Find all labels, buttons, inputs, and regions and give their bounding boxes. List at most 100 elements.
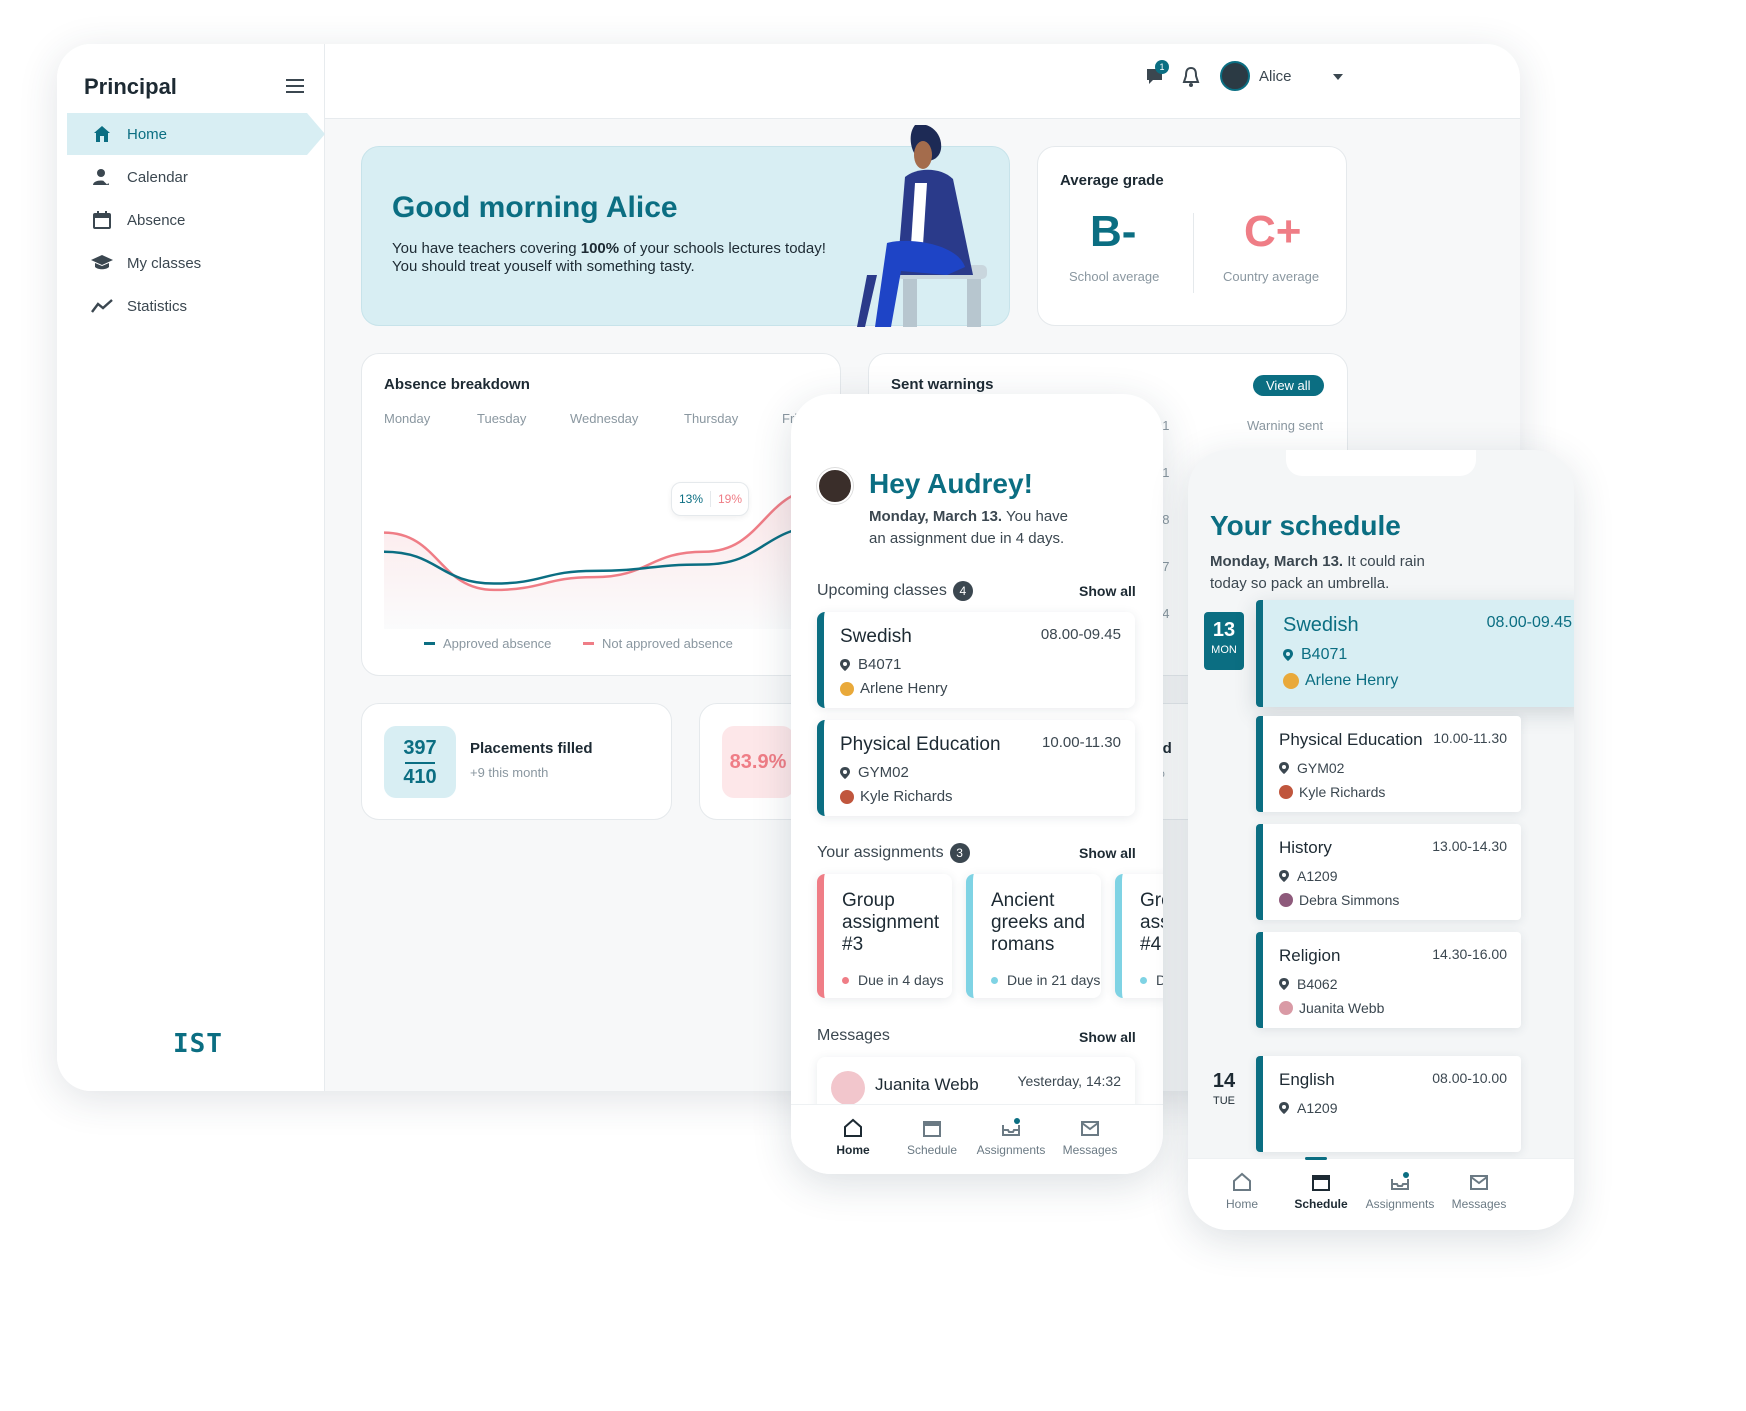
assignments-count-badge: 3 <box>949 843 970 863</box>
location-pin-icon <box>1279 1102 1289 1114</box>
message-sender: Juanita Webb <box>875 1075 979 1094</box>
tab-messages[interactable]: Messages <box>1050 1117 1130 1157</box>
tab-label: Schedule <box>906 1143 958 1157</box>
location-pin-icon <box>1279 870 1289 882</box>
trend-icon <box>91 295 113 317</box>
teacher-avatar <box>1279 893 1293 907</box>
location-pin-icon <box>1283 649 1293 661</box>
legend-not-approved-label: Not approved absence <box>602 636 733 651</box>
country-grade-label: Country average <box>1223 269 1320 284</box>
class-room-text: GYM02 <box>858 764 909 781</box>
absence-title: Absence breakdown <box>384 376 530 393</box>
school-grade: B- <box>1090 207 1137 256</box>
phone-greeting-title: Hey Audrey! <box>869 468 1033 499</box>
schedule-title: Your schedule <box>1210 510 1401 541</box>
nav-item-statistics[interactable]: Statistics <box>67 285 307 327</box>
phone-sub2: an assignment due in 4 days. <box>869 530 1065 547</box>
brand-logo: IST <box>173 1029 223 1059</box>
nav-label: Absence <box>127 211 186 229</box>
class-teacher-text: Arlene Henry <box>1305 672 1399 689</box>
schedule-card-english[interactable]: English 08.00-10.00 A1209 <box>1256 1056 1521 1152</box>
tab-schedule[interactable]: Schedule <box>1281 1171 1361 1211</box>
schedule-card-religion[interactable]: Religion 14.30-16.00 B4062 Juanita Webb <box>1256 932 1521 1028</box>
class-card-physical-education[interactable]: Physical Education 10.00-11.30 GYM02 Kyl… <box>817 720 1135 816</box>
calendar-icon <box>91 209 113 231</box>
message-count-badge: 1 <box>1155 60 1169 74</box>
class-time: 14.30-16.00 <box>1432 946 1507 962</box>
bell-icon[interactable] <box>1182 66 1200 93</box>
calendar-icon <box>923 1121 941 1137</box>
assignment-card[interactable]: Ancient greeks and romans Due in 21 days <box>966 874 1101 998</box>
tray-icon <box>1002 1118 1020 1136</box>
schedule-subtitle: Monday, March 13. It could rain today so … <box>1210 551 1470 595</box>
teacher-avatar <box>840 789 854 804</box>
home-icon <box>1233 1172 1251 1191</box>
tab-label: Schedule <box>1294 1197 1348 1211</box>
bottom-tab-bar: Home Schedule Assignments Messages <box>791 1104 1163 1174</box>
grade-divider <box>1193 213 1194 293</box>
x-tick-label: Monday <box>384 411 431 426</box>
assignment-card[interactable]: Grou assig #4 Du <box>1115 874 1163 998</box>
class-time: 08.00-10.00 <box>1432 1070 1507 1086</box>
hamburger-menu-icon[interactable] <box>286 79 304 93</box>
tooltip-not-approved: 19% <box>718 492 743 506</box>
messages-icon[interactable]: 1 <box>1145 60 1169 88</box>
day-marker-tuesday[interactable]: 14 TUE <box>1204 1070 1244 1107</box>
nav-item-absence[interactable]: Absence <box>67 199 307 241</box>
view-all-button[interactable]: View all <box>1253 375 1324 396</box>
show-all-assignments-link[interactable]: Show all <box>1079 845 1136 861</box>
show-all-messages-link[interactable]: Show all <box>1079 1029 1136 1045</box>
show-all-classes-link[interactable]: Show all <box>1079 583 1136 599</box>
class-room-text: B4071 <box>1301 646 1348 663</box>
class-room-text: GYM02 <box>1297 760 1345 776</box>
upcoming-count-badge: 4 <box>952 581 973 601</box>
avatar[interactable] <box>1220 61 1250 91</box>
legend-not-approved: Not approved absence <box>583 636 733 651</box>
active-tab-indicator <box>1305 1157 1327 1160</box>
greeting-card: Good morning Alice You have teachers cov… <box>361 125 1010 327</box>
tab-assignments[interactable]: Assignments <box>971 1117 1051 1157</box>
average-grade-title: Average grade <box>1060 172 1164 189</box>
nav-item-home[interactable]: Home <box>67 113 325 155</box>
mail-icon <box>1470 1175 1488 1190</box>
greeting-percent: 100% <box>580 240 620 257</box>
nav-item-calendar[interactable]: Calendar <box>67 156 307 198</box>
schedule-card-swedish[interactable]: Swedish 08.00-09.45 B4071 Arlene Henry <box>1256 600 1574 707</box>
class-teacher-text: Juanita Webb <box>1299 1000 1385 1016</box>
tab-schedule[interactable]: Schedule <box>892 1117 972 1157</box>
placements-subtitle: +9 this month <box>470 765 549 780</box>
greeting-line1-pre: You have teachers covering <box>392 240 581 257</box>
home-icon <box>91 123 113 145</box>
placements-title: Placements filled <box>470 740 593 757</box>
tab-home[interactable]: Home <box>813 1117 893 1157</box>
assignment-due: Due in 4 days <box>842 972 944 988</box>
class-room-text: B4062 <box>1297 976 1338 992</box>
nav-item-my-classes[interactable]: My classes <box>67 242 307 284</box>
class-time: 10.00-11.30 <box>1042 734 1121 751</box>
class-room: A1209 <box>1279 868 1337 884</box>
home-icon <box>844 1118 862 1137</box>
schedule-sub2: today so pack an umbrella. <box>1210 575 1390 592</box>
avatar[interactable] <box>817 468 853 504</box>
day-marker-monday[interactable]: 13 MON <box>1204 612 1244 670</box>
schedule-card-history[interactable]: History 13.00-14.30 A1209 Debra Simmons <box>1256 824 1521 920</box>
schedule-card-physical-education[interactable]: Physical Education 10.00-11.30 GYM02 Kyl… <box>1256 716 1521 812</box>
warnings-title: Sent warnings <box>891 376 994 393</box>
tab-assignments[interactable]: Assignments <box>1360 1171 1440 1211</box>
app-logo: Principal <box>84 74 177 99</box>
upcoming-classes-header: Upcoming classes 4 <box>817 581 973 601</box>
class-teacher-text: Kyle Richards <box>1299 784 1386 800</box>
due-dot <box>1140 976 1147 984</box>
tab-messages[interactable]: Messages <box>1439 1171 1519 1211</box>
chevron-down-icon[interactable] <box>1333 74 1343 80</box>
assignment-due: Du <box>1140 972 1163 988</box>
class-card-swedish[interactable]: Swedish 08.00-09.45 B4071 Arlene Henry <box>817 612 1135 708</box>
class-room: B4071 <box>840 656 901 673</box>
legend-approved: Approved absence <box>424 636 551 651</box>
country-grade: C+ <box>1244 207 1302 256</box>
assignment-card[interactable]: Group assignment #3 Due in 4 days <box>817 874 952 998</box>
day-of-week: TUE <box>1213 1095 1235 1107</box>
class-name: History <box>1279 838 1332 857</box>
absence-breakdown-card: Absence breakdown Monday Tuesday Wednesday… <box>361 353 841 676</box>
tab-home[interactable]: Home <box>1202 1171 1282 1211</box>
